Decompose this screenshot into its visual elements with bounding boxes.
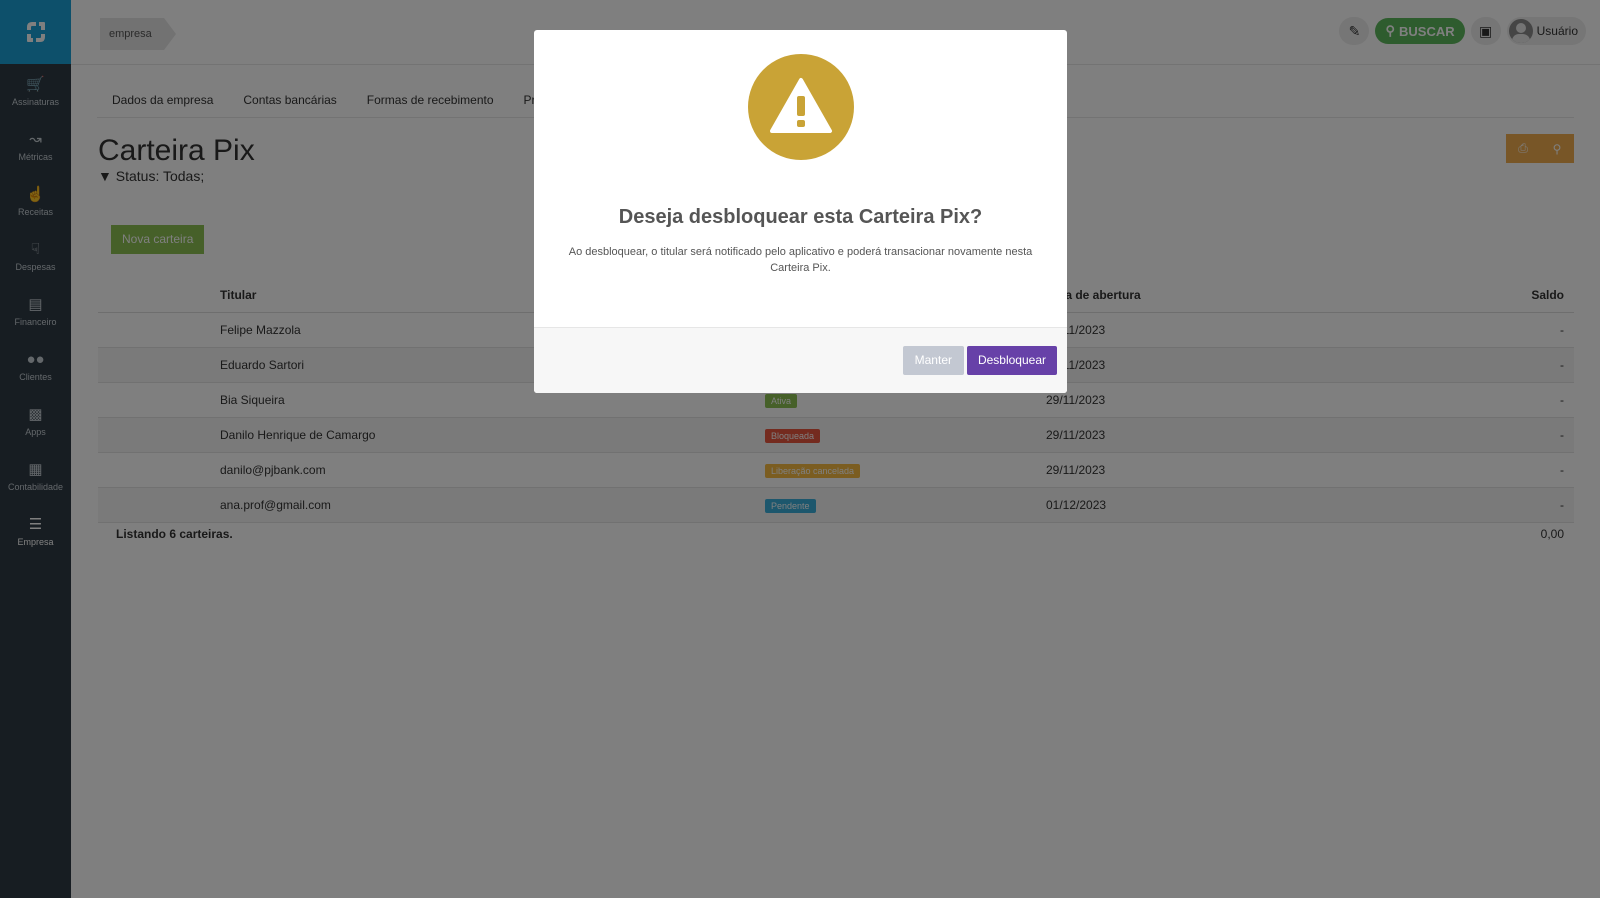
warning-icon (748, 54, 854, 160)
keep-button[interactable]: Manter (902, 346, 964, 375)
dialog-footer: Manter Desbloquear (534, 327, 1067, 393)
confirm-dialog: Deseja desbloquear esta Carteira Pix? Ao… (534, 30, 1067, 393)
unlock-button[interactable]: Desbloquear (966, 346, 1057, 375)
dialog-message: Ao desbloquear, o titular será notificad… (568, 246, 1033, 274)
dialog-title: Deseja desbloquear esta Carteira Pix? (618, 206, 983, 228)
